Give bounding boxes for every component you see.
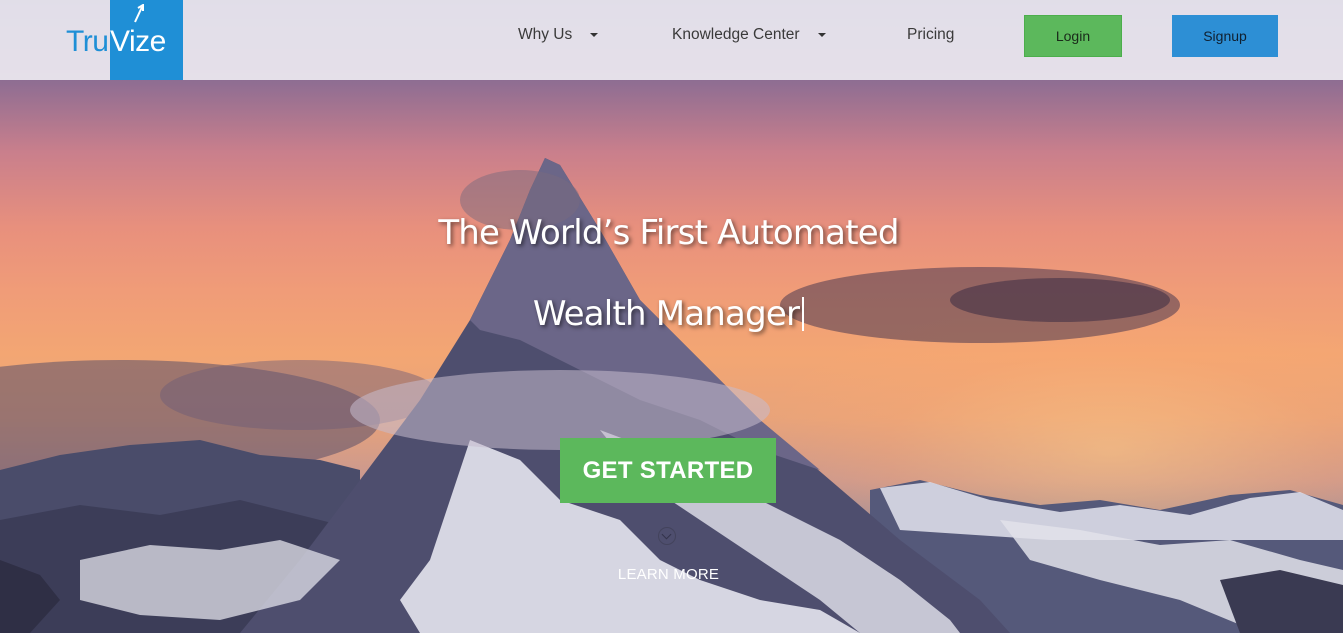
scroll-down-icon[interactable]: [658, 527, 676, 545]
hero-headline-line2-text: Wealth Manager: [532, 294, 800, 334]
nav-pricing-label: Pricing: [907, 26, 955, 43]
truvize-logo[interactable]: Tru Vize: [66, 0, 183, 80]
login-button[interactable]: Login: [1024, 15, 1122, 57]
hero-headline-line2: Wealth Manager: [0, 294, 1337, 334]
chevron-down-icon: [590, 33, 599, 37]
typing-cursor: [802, 297, 805, 331]
nav-knowledge-center-label: Knowledge Center: [672, 26, 800, 43]
logo-text-vize: Vize: [110, 25, 166, 58]
nav-pricing[interactable]: Pricing: [907, 26, 954, 44]
nav-why-us-label: Why Us: [518, 26, 573, 43]
hero-headline-line1: The World’s First Automated: [438, 213, 899, 253]
get-started-button[interactable]: GET STARTED: [560, 438, 776, 503]
logo-text-tru: Tru: [66, 25, 109, 58]
signup-button[interactable]: Signup: [1172, 15, 1278, 57]
nav-why-us[interactable]: Why Us: [518, 26, 599, 44]
top-navigation-bar: Tru Vize Why Us Knowledge Center Pricing…: [0, 0, 1343, 80]
nav-knowledge-center[interactable]: Knowledge Center: [672, 26, 826, 44]
learn-more-link[interactable]: LEARN MORE: [0, 566, 1337, 583]
growth-arrow-icon: [134, 4, 144, 23]
chevron-down-icon: [817, 33, 826, 37]
